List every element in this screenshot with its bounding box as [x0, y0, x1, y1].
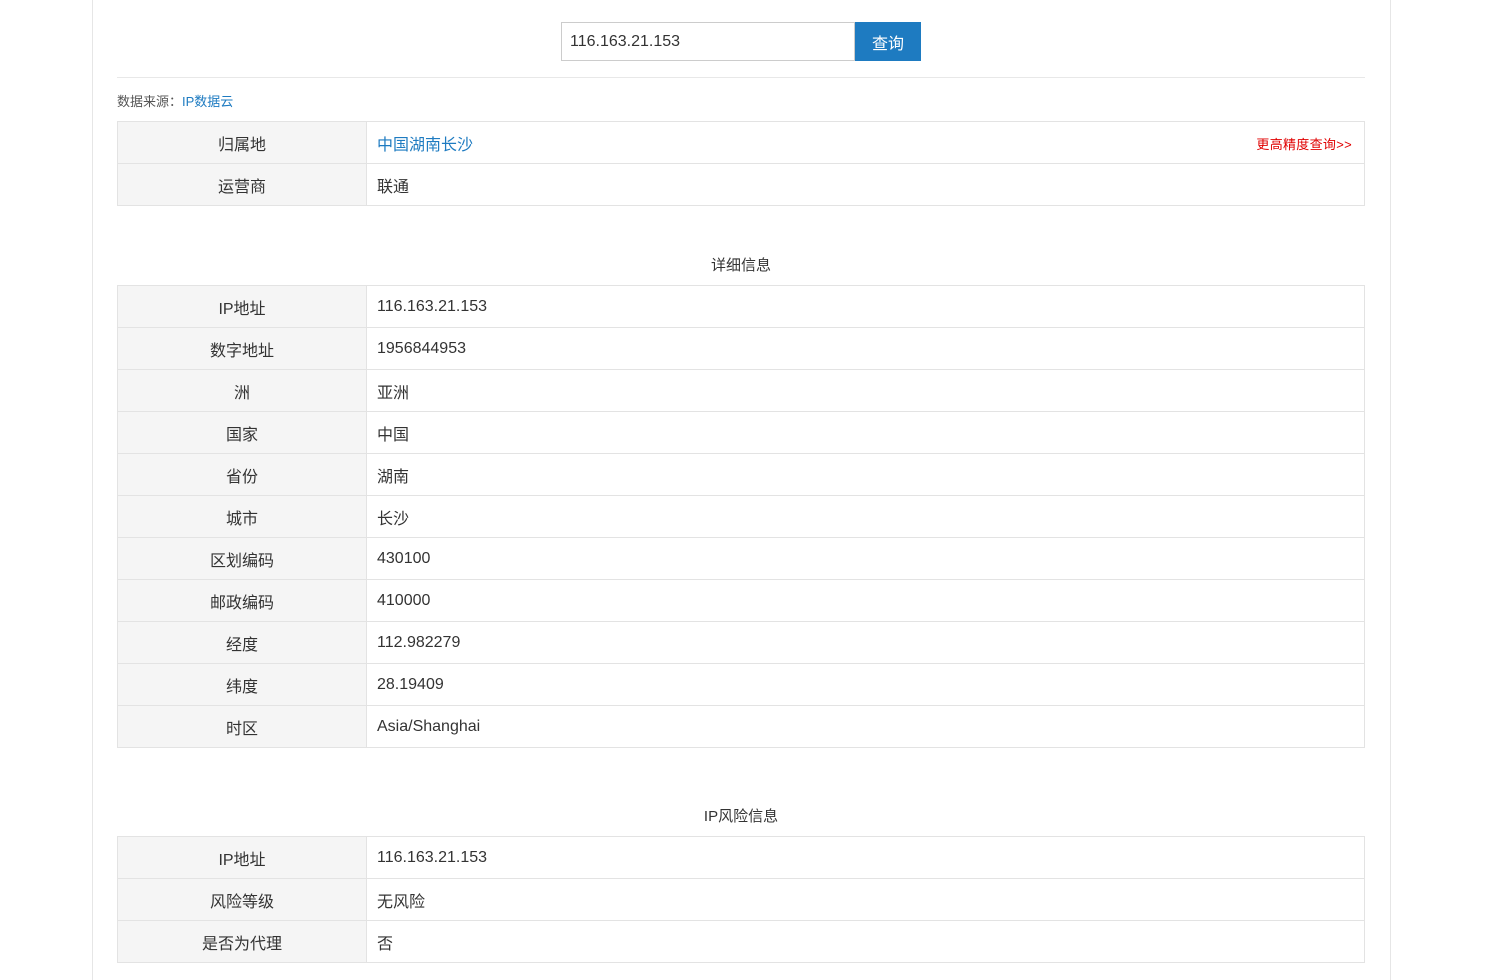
row-label: 纬度: [117, 663, 367, 706]
table-row: 邮政编码 410000: [117, 579, 1365, 622]
row-label: 数字地址: [117, 327, 367, 370]
table-row: 经度 112.982279: [117, 621, 1365, 664]
row-value: 无风险: [366, 878, 1365, 921]
row-value: 长沙: [366, 495, 1365, 538]
row-label: 洲: [117, 369, 367, 412]
row-value: 中国: [366, 411, 1365, 454]
row-label: 国家: [117, 411, 367, 454]
data-source-link[interactable]: IP数据云: [182, 94, 233, 109]
table-row: 风险等级 无风险: [117, 878, 1365, 921]
table-row: 区划编码 430100: [117, 537, 1365, 580]
table-row: 数字地址 1956844953: [117, 327, 1365, 370]
table-row: 城市 长沙: [117, 495, 1365, 538]
data-source: 数据来源：IP数据云: [117, 91, 233, 110]
details-title: 详细信息: [710, 257, 771, 274]
location-label: 归属地: [117, 121, 367, 164]
table-row: IP地址 116.163.21.153: [117, 285, 1365, 328]
row-value: 28.19409: [366, 663, 1365, 706]
risk-table: IP地址 116.163.21.153 风险等级 无风险 是否为代理否: [117, 836, 1365, 963]
row-value: 410000: [366, 579, 1365, 622]
row-value: 1956844953: [366, 327, 1365, 370]
summary-table: 归属地 中国湖南长沙 更高精度查询>> 运营商 联通: [117, 121, 1365, 206]
row-label: 风险等级: [117, 878, 367, 921]
table-row: 洲亚洲: [117, 369, 1365, 412]
row-label: 经度: [117, 621, 367, 664]
location-value-cell: 中国湖南长沙 更高精度查询>>: [366, 121, 1365, 164]
higher-precision-link[interactable]: 更高精度查询>>: [1256, 134, 1352, 153]
ip-search-input[interactable]: [561, 22, 855, 61]
row-label: 时区: [117, 705, 367, 748]
table-row: IP地址 116.163.21.153: [117, 836, 1365, 879]
table-row: 国家 中国: [117, 411, 1365, 454]
row-label: IP地址: [117, 285, 367, 328]
table-row: 是否为代理否: [117, 920, 1365, 963]
row-label: 区划编码: [117, 537, 367, 580]
table-row: 纬度 28.19409: [117, 663, 1365, 706]
row-label: 邮政编码: [117, 579, 367, 622]
risk-title: IP风险信息: [703, 808, 779, 825]
search-bar: 查询: [561, 22, 921, 61]
details-table: IP地址 116.163.21.153 数字地址 1956844953 洲亚洲 国家…: [117, 285, 1365, 748]
row-value: 116.163.21.153: [366, 836, 1365, 879]
query-button[interactable]: 查询: [855, 22, 921, 61]
isp-value: 联通: [366, 163, 1365, 206]
row-label: 是否为代理: [117, 920, 367, 963]
row-label: 城市: [117, 495, 367, 538]
table-row: 归属地 中国湖南长沙 更高精度查询>>: [117, 121, 1365, 164]
row-value: 116.163.21.153: [366, 285, 1365, 328]
row-label: IP地址: [117, 836, 367, 879]
row-value: 亚洲: [366, 369, 1365, 412]
isp-label: 运营商: [117, 163, 367, 206]
row-label: 省份: [117, 453, 367, 496]
data-source-label: 数据来源：: [117, 94, 183, 109]
table-row: 运营商 联通: [117, 163, 1365, 206]
row-value: 430100: [366, 537, 1365, 580]
location-link[interactable]: 中国湖南长沙: [377, 137, 473, 154]
row-value: 112.982279: [366, 621, 1365, 664]
row-value: 否: [366, 920, 1365, 963]
table-row: 省份 湖南: [117, 453, 1365, 496]
row-value: Asia/Shanghai: [366, 705, 1365, 748]
divider: [117, 77, 1365, 78]
row-value: 湖南: [366, 453, 1365, 496]
table-row: 时区 Asia/Shanghai: [117, 705, 1365, 748]
